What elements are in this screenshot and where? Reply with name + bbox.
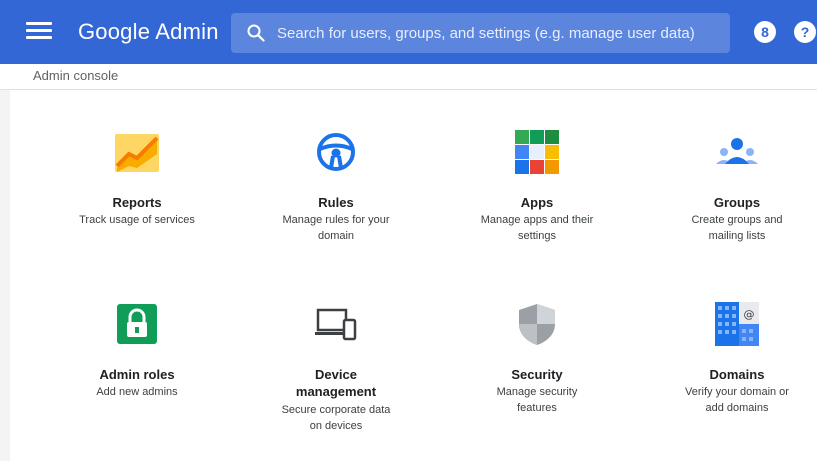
laptop-phone-icon — [315, 308, 357, 341]
main-menu-icon[interactable] — [26, 22, 52, 42]
building-at-icon: @ — [715, 302, 759, 346]
card-description: features — [517, 402, 557, 414]
card-title: Groups — [713, 195, 761, 210]
app-logo[interactable]: Google Admin — [78, 19, 219, 45]
card-title: Security — [511, 367, 563, 382]
help-icon[interactable]: ? — [794, 21, 816, 43]
card-description: Manage apps and their — [480, 214, 594, 226]
search-box[interactable] — [231, 13, 730, 53]
card-description: Create groups and — [691, 214, 783, 226]
groups-people-icon — [716, 138, 758, 164]
breadcrumb[interactable]: Admin console — [33, 68, 118, 83]
card-description: domain — [317, 230, 355, 242]
account-icon[interactable]: 8 — [754, 21, 776, 43]
search-icon — [247, 24, 265, 42]
apps-grid-icon — [515, 130, 559, 174]
card-title: Apps — [520, 195, 554, 210]
left-rail — [0, 90, 10, 461]
svg-text:@: @ — [744, 308, 755, 321]
top-app-bar: Google Admin 8 ? — [0, 0, 817, 64]
steering-wheel-icon — [317, 133, 355, 171]
card-description: Verify your domain or — [685, 386, 789, 398]
card-title: Reports — [112, 195, 162, 210]
breadcrumb-bar: Admin console — [0, 64, 817, 90]
card-description: settings — [518, 230, 556, 242]
card-description: Track usage of services — [79, 214, 195, 226]
card-description: mailing lists — [708, 230, 766, 242]
card-description: Secure corporate data — [281, 404, 391, 416]
card-title: Domains — [709, 367, 765, 382]
logo-google-text: Google — [78, 19, 151, 44]
card-description: Manage rules for your — [282, 214, 390, 226]
card-device-management[interactable]: Device management Secure corporate data … — [236, 302, 436, 432]
card-description: Manage security — [496, 386, 578, 398]
search-input[interactable] — [277, 13, 717, 53]
card-domains[interactable]: @ Domains Verify your domain or add doma… — [637, 302, 817, 414]
card-reports[interactable]: Reports Track usage of services — [37, 130, 237, 230]
card-description: add domains — [705, 402, 769, 414]
card-admin-roles[interactable]: Admin roles Add new admins — [37, 302, 237, 402]
card-rules[interactable]: Rules Manage rules for your domain — [236, 130, 436, 242]
card-title: Rules — [318, 195, 354, 210]
card-title: Admin roles — [99, 367, 175, 382]
logo-admin-text: Admin — [155, 19, 219, 44]
card-apps[interactable]: Apps Manage apps and their settings — [437, 130, 637, 242]
card-description: on devices — [309, 420, 363, 432]
card-title: management — [295, 384, 377, 399]
card-description: Add new admins — [96, 386, 178, 398]
reports-chart-icon — [115, 134, 159, 172]
card-title: Device — [315, 367, 357, 382]
shield-icon — [519, 304, 555, 345]
padlock-icon — [117, 304, 157, 344]
card-groups[interactable]: Groups Create groups and mailing lists — [637, 130, 817, 242]
card-security[interactable]: Security Manage security features — [437, 302, 637, 414]
